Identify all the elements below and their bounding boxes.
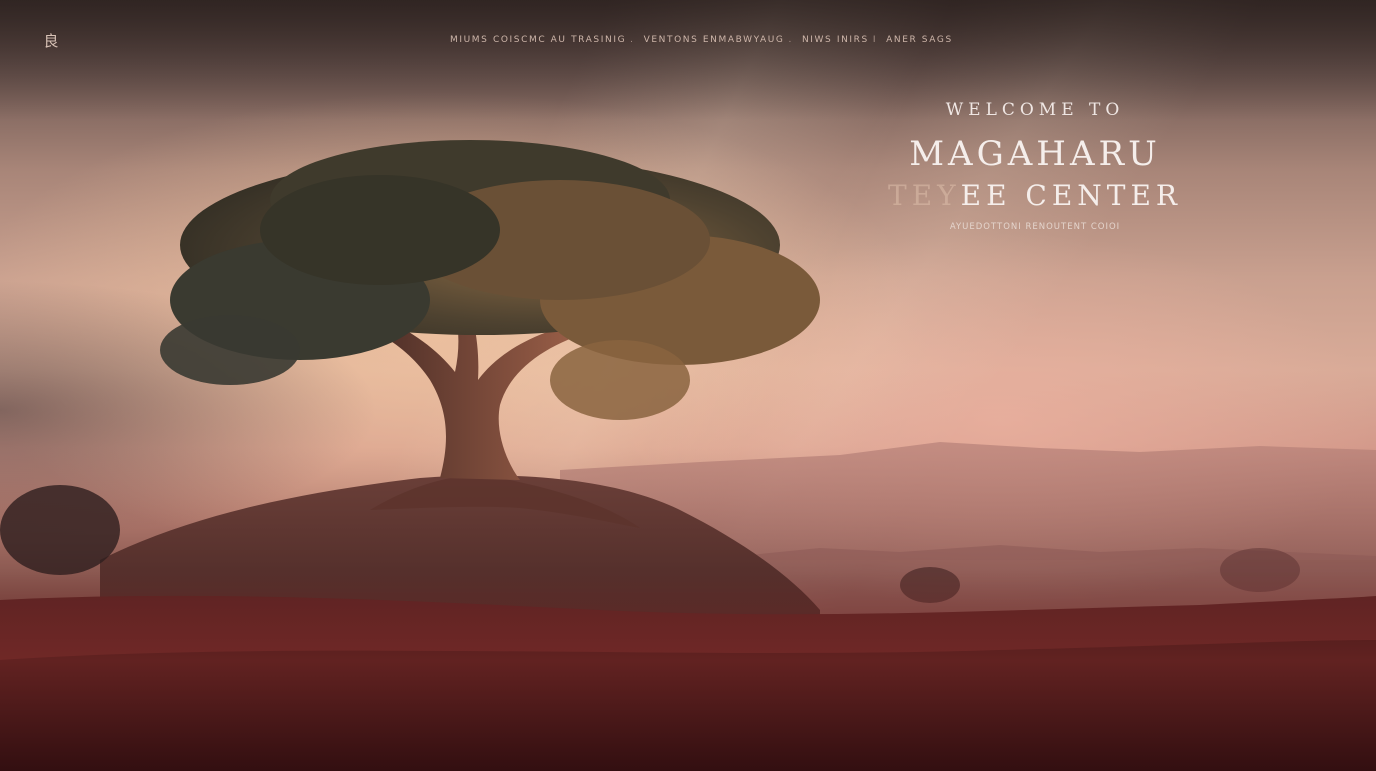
nav-separator: . [630, 35, 635, 45]
nav-separator: . [788, 35, 793, 45]
hero-title-rest: EE CENTER [960, 179, 1182, 212]
nav-item-2[interactable]: VENTONS ENMABWYAUG [644, 33, 785, 47]
nav-item-1[interactable]: MIUMS COISCMC AU TRASINIG [450, 33, 626, 47]
main-nav: MIUMS COISCMC AU TRASINIG . VENTONS ENMA… [450, 33, 953, 47]
site-header: 良 MIUMS COISCMC AU TRASINIG . VENTONS EN… [0, 0, 1376, 80]
hero-kicker: WELCOME TO [945, 100, 1125, 120]
hero-title-faded: TEY [888, 179, 961, 212]
nav-item-4[interactable]: ANER SAGS [886, 33, 953, 47]
hero-section: WELCOME TO MAGAHARU TEYEE CENTER AYUEDOT… [880, 96, 1190, 232]
hero-title-line-1: MAGAHARU [909, 134, 1161, 174]
tree-logo-icon[interactable]: 良 [40, 30, 62, 52]
nav-separator: I [872, 35, 878, 45]
hero-title-line-2: TEYEE CENTER [880, 176, 1190, 216]
grass-field [0, 571, 1376, 771]
hero-subtitle: AYUEDOTTONI RENOUTENT COIOI [949, 222, 1121, 232]
nav-item-3[interactable]: NIWS INIRS [802, 33, 869, 47]
landing-page: 良 MIUMS COISCMC AU TRASINIG . VENTONS EN… [0, 0, 1376, 771]
